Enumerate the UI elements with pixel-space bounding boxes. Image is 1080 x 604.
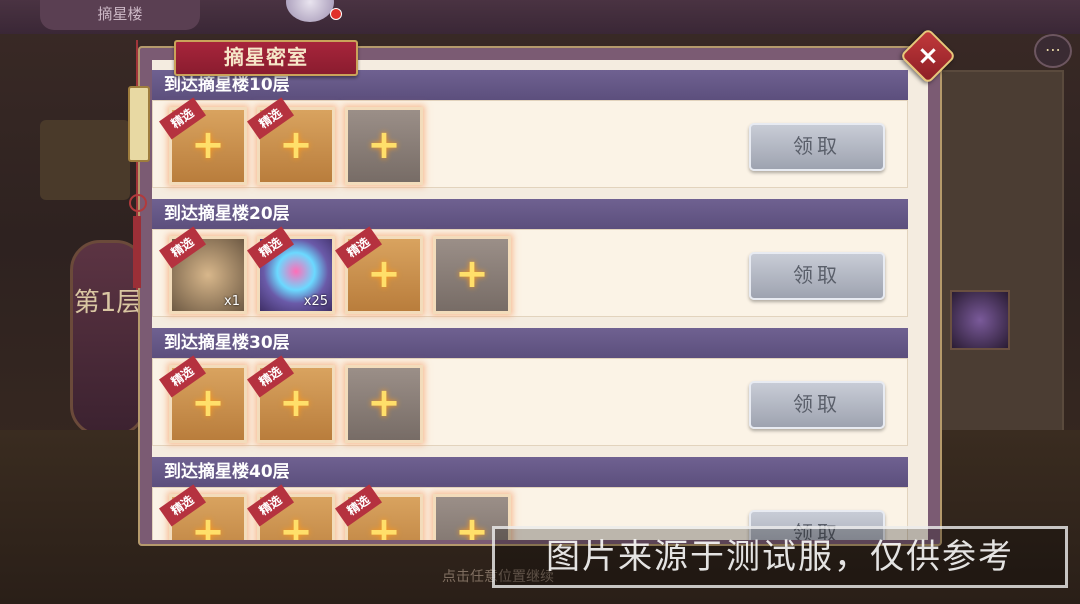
empty-reward-slot[interactable]: + 精选: [246, 355, 335, 443]
dialog-title: 摘星密室: [174, 40, 358, 76]
claim-button[interactable]: 领取: [749, 381, 885, 429]
watermark-text: 图片来源于测试服，仅供参考: [492, 526, 1068, 588]
reward-row: 到达摘星楼30层 + 精选 + 精选 + 领取: [152, 328, 908, 453]
plus-icon: +: [455, 251, 489, 297]
plus-icon: +: [367, 380, 401, 426]
reward-item-slot[interactable]: x25 精选: [246, 226, 335, 314]
dialog-content[interactable]: 到达摘星楼10层 + 精选 + 精选 + 领取 到达摘星楼20层 x1 精选 x25 精选 + 精选 + 领取…: [152, 60, 928, 540]
reward-row: 到达摘星楼10层 + 精选 + 精选 + 领取: [152, 70, 908, 195]
plus-icon: +: [367, 122, 401, 168]
notification-dot: [330, 8, 342, 20]
reward-row-title: 到达摘星楼30层: [152, 328, 908, 358]
side-panel: [930, 70, 1064, 434]
empty-reward-slot[interactable]: + 精选: [334, 226, 423, 314]
reward-row-body: x1 精选 x25 精选 + 精选 + 领取: [152, 226, 908, 317]
empty-reward-slot[interactable]: + 精选: [246, 97, 335, 185]
reward-dialog: 到达摘星楼10层 + 精选 + 精选 + 领取 到达摘星楼20层 x1 精选 x25 精选 + 精选 + 领取…: [128, 27, 957, 552]
chat-bubble-icon[interactable]: ⋯: [1034, 34, 1072, 68]
empty-reward-slot[interactable]: + 精选: [158, 97, 247, 185]
reward-row: 到达摘星楼20层 x1 精选 x25 精选 + 精选 + 领取: [152, 199, 908, 324]
lantern-decoration: [40, 120, 130, 200]
gem-icon: [950, 290, 1010, 350]
reward-item-slot[interactable]: x1 精选: [158, 226, 247, 314]
close-icon: ×: [917, 41, 939, 71]
empty-reward-slot[interactable]: + 精选: [334, 484, 423, 540]
item-count: x25: [303, 294, 328, 309]
claim-button[interactable]: 领取: [749, 123, 885, 171]
empty-reward-slot[interactable]: +: [345, 107, 423, 185]
empty-reward-slot[interactable]: +: [345, 365, 423, 443]
empty-reward-slot[interactable]: + 精选: [246, 484, 335, 540]
scene-title-tab: 摘星楼: [40, 0, 200, 30]
claim-button[interactable]: 领取: [749, 252, 885, 300]
rope-tassel-decoration: [128, 40, 150, 290]
item-count: x1: [224, 294, 240, 309]
reward-row-body: + 精选 + 精选 + 领取: [152, 97, 908, 188]
empty-reward-slot[interactable]: + 精选: [158, 484, 247, 540]
reward-row-title: 到达摘星楼20层: [152, 199, 908, 229]
empty-reward-slot[interactable]: + 精选: [158, 355, 247, 443]
featured-badge: 精选: [246, 226, 295, 269]
empty-reward-slot[interactable]: +: [433, 236, 511, 314]
reward-row-title: 到达摘星楼40层: [152, 457, 908, 487]
featured-badge: 精选: [158, 226, 207, 269]
reward-row-body: + 精选 + 精选 + 领取: [152, 355, 908, 446]
